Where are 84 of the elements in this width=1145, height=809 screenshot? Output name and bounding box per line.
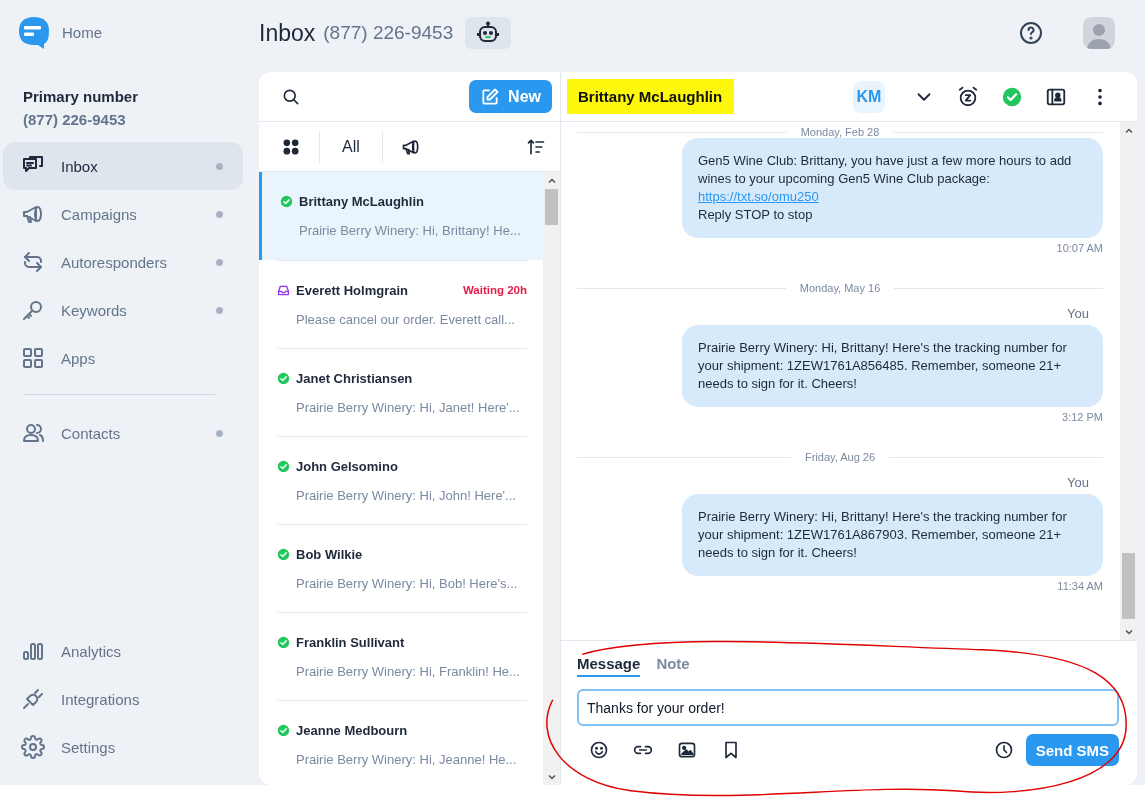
- composer-tab[interactable]: Message: [577, 655, 641, 677]
- help-icon[interactable]: [1019, 21, 1043, 45]
- image-icon[interactable]: [677, 740, 697, 760]
- scrollbar[interactable]: [1120, 122, 1137, 640]
- message-time: 10:07 AM: [1055, 242, 1103, 254]
- contact-name: Brittany McLaughlin: [567, 79, 735, 114]
- conversation-item[interactable]: John Gelsomino Prairie Berry Winery: Hi, John! Here'...: [277, 436, 527, 524]
- grid-icon: [21, 346, 45, 370]
- nav-item[interactable]: Campaigns: [3, 190, 243, 238]
- contact-name: Bob Wilkie: [296, 546, 363, 562]
- contact-name: Brittany McLaughlin: [299, 194, 424, 209]
- message-preview: Prairie Berry Winery: Hi, Brittany! He...: [298, 223, 522, 238]
- emoji-icon[interactable]: [589, 740, 609, 760]
- date-separator: Friday, Aug 26: [804, 451, 876, 463]
- assignee-avatar[interactable]: KM: [853, 80, 885, 113]
- nav-item[interactable]: Integrations: [3, 675, 243, 723]
- check-circle-icon: [277, 371, 290, 385]
- inbox-tray-icon: [277, 283, 290, 297]
- message-preview: Prairie Berry Winery: Hi, Janet! Here'...: [295, 399, 521, 415]
- message-text: Gen5 Wine Club: Brittany, you have just a few more hours to add wines to your upcoming Gen5 Wine Club package:: [698, 152, 1073, 188]
- conversation-item[interactable]: Janet Christiansen Prairie Berry Winery: Hi, Janet! Here'...: [277, 348, 527, 436]
- arrows-icon: [21, 250, 45, 274]
- date-separator: Monday, May 16: [799, 282, 881, 294]
- clock-icon[interactable]: [993, 740, 1014, 760]
- plug-icon: [21, 687, 45, 711]
- home-link[interactable]: Home: [62, 24, 102, 41]
- check-circle-icon: [280, 195, 293, 208]
- contact-name: John Gelsomino: [296, 458, 398, 474]
- contact-name: Jeanne Medbourn: [296, 722, 408, 738]
- nav-item[interactable]: Contacts: [3, 409, 243, 457]
- contact-name: Franklin Sullivant: [296, 634, 405, 650]
- sender-label: You: [1066, 306, 1089, 321]
- snooze-icon[interactable]: [957, 85, 979, 108]
- scrollbar[interactable]: [543, 172, 560, 785]
- nav-item[interactable]: Settings: [3, 723, 243, 771]
- conversation-item[interactable]: Franklin Sullivant Prairie Berry Winery: Hi, Franklin! He...: [277, 612, 527, 700]
- page-title: Inbox: [259, 19, 316, 47]
- phone-number: (877) 226-9453: [323, 22, 454, 44]
- check-circle-icon[interactable]: [1001, 85, 1023, 108]
- message-text: Reply STOP to stop: [698, 206, 814, 224]
- message-time: 11:34 AM: [1056, 580, 1103, 592]
- filter-button[interactable]: All: [338, 137, 364, 156]
- message-preview: Prairie Berry Winery: Hi, Bob! Here's...: [295, 575, 519, 591]
- logo-icon[interactable]: [18, 15, 50, 50]
- check-circle-icon: [277, 547, 290, 561]
- check-circle-icon: [277, 635, 290, 649]
- message-text: Prairie Berry Winery: Hi, Brittany! Here's the tracking number for your shipment: 1ZEW1761A856485. Remember, someone 21+ needs to sign for it. Cheers!: [698, 339, 1068, 393]
- message-preview: Prairie Berry Winery: Hi, John! Here'...: [295, 487, 517, 503]
- waiting-label: Waiting 20h: [462, 284, 527, 296]
- contact-name: Janet Christiansen: [296, 370, 413, 386]
- edit-icon: [480, 86, 501, 107]
- primary-number: (877) 226-9453: [23, 111, 127, 128]
- message-preview: Please cancel our order. Everett call...: [295, 311, 516, 327]
- composer-tab[interactable]: Note: [656, 655, 690, 677]
- message-time: 3:12 PM: [1061, 411, 1103, 423]
- nav-item[interactable]: Analytics: [3, 627, 243, 675]
- message-text: Prairie Berry Winery: Hi, Brittany! Here's the tracking number for your shipment: 1ZEW1761A867903. Remember, someone 21+ needs to sign for it. Cheers!: [698, 508, 1068, 562]
- nav-item[interactable]: Apps: [3, 334, 243, 382]
- conversation-item[interactable]: Jeanne Medbourn Prairie Berry Winery: Hi, Jeanne! He...: [277, 700, 527, 785]
- message-link[interactable]: https://txt.so/omu250: [698, 188, 1087, 206]
- nav-item[interactable]: Keywords: [3, 286, 243, 334]
- conversation-item[interactable]: Brittany McLaughlin Prairie Berry Winery: Hi, Brittany! He...: [259, 172, 543, 260]
- check-circle-icon: [277, 459, 290, 473]
- message-preview: Prairie Berry Winery: Hi, Franklin! He...: [295, 663, 521, 679]
- conversation-item[interactable]: Everett Holmgrain Waiting 20h Please cancel our order. Everett call...: [277, 260, 527, 348]
- check-circle-icon: [277, 723, 290, 737]
- nav-item[interactable]: Inbox: [3, 142, 243, 190]
- conversation-item[interactable]: Bob Wilkie Prairie Berry Winery: Hi, Bob! Here's...: [277, 524, 527, 612]
- send-button[interactable]: Send SMS: [1025, 734, 1119, 766]
- settings-icon: [21, 735, 45, 759]
- scrollbar-thumb[interactable]: [545, 189, 558, 225]
- new-button[interactable]: New: [469, 80, 552, 113]
- robot-button[interactable]: [465, 17, 512, 49]
- message-field[interactable]: Thanks for your order!: [577, 689, 1119, 726]
- date-separator: Monday, Feb 28: [800, 126, 880, 138]
- contact-name: Everett Holmgrain: [296, 282, 408, 298]
- sender-label: You: [1066, 475, 1089, 490]
- people-icon: [21, 421, 45, 445]
- primary-number-label: Primary number: [23, 88, 140, 105]
- robot-icon: [476, 21, 501, 45]
- message-preview: Prairie Berry Winery: Hi, Jeanne! He...: [295, 751, 518, 767]
- key-icon: [21, 298, 45, 322]
- nav-item[interactable]: Autoresponders: [3, 238, 243, 286]
- scrollbar-thumb[interactable]: [1122, 553, 1135, 619]
